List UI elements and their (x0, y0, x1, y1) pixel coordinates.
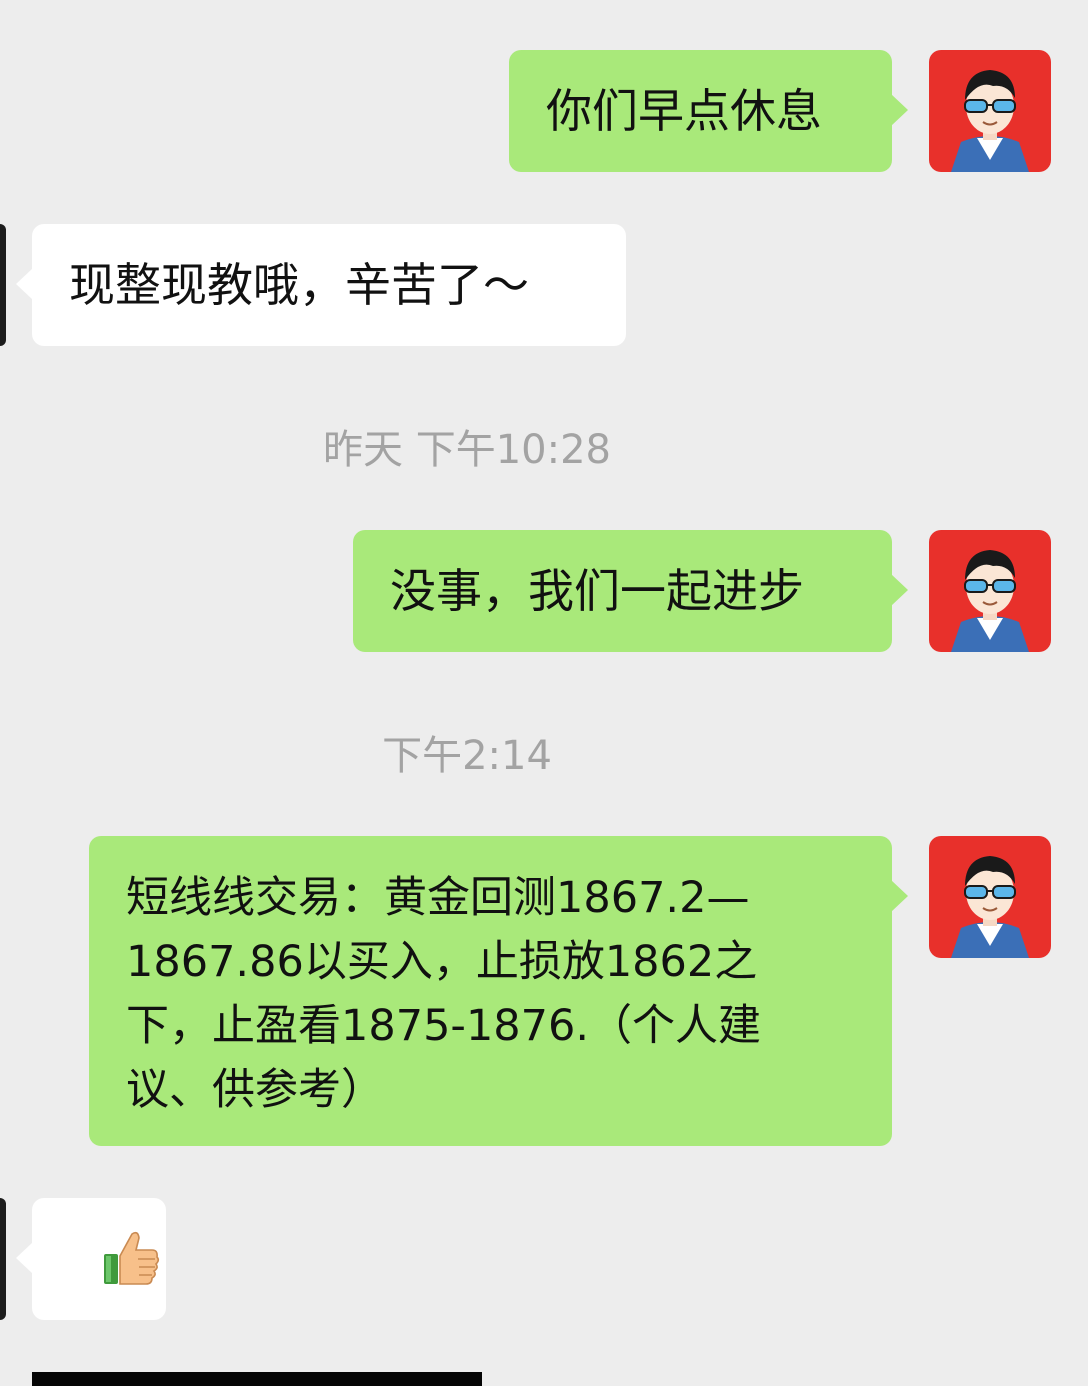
message-text: 现整现教哦，辛苦了～ (69, 258, 529, 312)
message-text-line: 议、供参考） (126, 1065, 384, 1115)
peer-avatar-edge[interactable] (0, 1198, 6, 1320)
avatar[interactable] (929, 836, 1051, 958)
thumbs-up-icon (104, 1231, 160, 1285)
avatar[interactable] (929, 50, 1051, 172)
avatar[interactable] (929, 530, 1051, 652)
message-text: 你们早点休息 (546, 84, 822, 138)
message-text-line: 下，止盈看1875-1876.（个人建 (126, 1001, 762, 1051)
message-bubble-outgoing[interactable]: 你们早点休息 (509, 50, 908, 172)
message-text: 没事，我们一起进步 (390, 564, 804, 618)
avatar-cartoon-icon (951, 856, 1029, 958)
message-bubble-outgoing[interactable]: 没事，我们一起进步 (353, 530, 908, 652)
avatar-cartoon-icon (951, 550, 1029, 652)
message-text-line: 1867.86以买入，止损放1862之 (126, 937, 758, 987)
timestamp: 下午2:14 (382, 733, 552, 779)
peer-avatar-edge[interactable] (0, 224, 6, 346)
message-bubble-incoming[interactable]: 现整现教哦，辛苦了～ (16, 224, 626, 346)
message-bubble-outgoing[interactable]: 短线线交易：黄金回测1867.2— 1867.86以买入，止损放1862之 下，… (89, 836, 908, 1146)
message-bubble-incoming[interactable] (16, 1198, 166, 1320)
next-message-preview (32, 1372, 482, 1386)
timestamp: 昨天 下午10:28 (323, 427, 611, 473)
message-text-line: 短线线交易：黄金回测1867.2— (126, 873, 750, 923)
avatar-cartoon-icon (951, 70, 1029, 172)
